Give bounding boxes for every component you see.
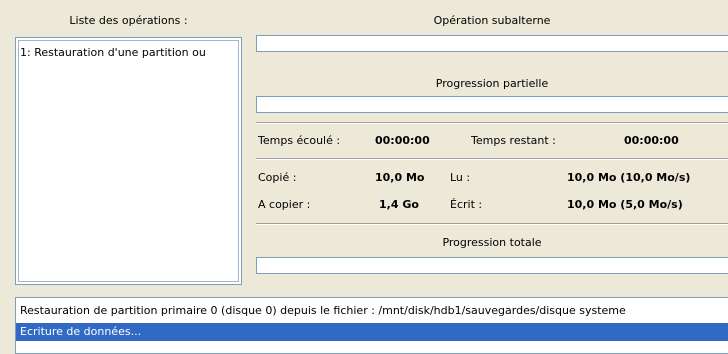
log-line-selected[interactable]: Ecriture de données... bbox=[16, 323, 728, 341]
total-progress-bar bbox=[256, 257, 728, 274]
sub-operation-heading: Opération subalterne bbox=[433, 14, 551, 27]
sub-operation-field bbox=[256, 35, 728, 52]
remaining-time-label: Temps restant : bbox=[471, 134, 556, 147]
partial-progress-heading: Progression partielle bbox=[435, 77, 549, 90]
elapsed-time-value: 00:00:00 bbox=[375, 134, 430, 147]
copied-value: 10,0 Mo bbox=[375, 171, 425, 184]
log-line-text: Ecriture de données... bbox=[20, 325, 142, 338]
remaining-time-value: 00:00:00 bbox=[624, 134, 679, 147]
operations-list-heading: Liste des opérations : bbox=[69, 14, 188, 27]
to-copy-value: 1,4 Go bbox=[379, 198, 419, 211]
separator bbox=[256, 122, 728, 124]
written-value: 10,0 Mo (5,0 Mo/s) bbox=[567, 198, 683, 211]
operations-list-frame bbox=[18, 40, 239, 282]
partial-progress-bar bbox=[256, 96, 728, 113]
read-value: 10,0 Mo (10,0 Mo/s) bbox=[567, 171, 691, 184]
operation-list-item[interactable]: 1: Restauration d'une partition ou bbox=[20, 46, 237, 59]
operations-list[interactable]: 1: Restauration d'une partition ou bbox=[15, 37, 242, 285]
to-copy-label: A copier : bbox=[258, 198, 311, 211]
written-label: Écrit : bbox=[450, 198, 483, 211]
separator bbox=[256, 223, 728, 225]
separator bbox=[256, 158, 728, 160]
log-panel[interactable]: Restauration de partition primaire 0 (di… bbox=[15, 297, 728, 354]
copied-label: Copié : bbox=[258, 171, 297, 184]
read-label: Lu : bbox=[450, 171, 471, 184]
elapsed-time-label: Temps écoulé : bbox=[258, 134, 341, 147]
log-line[interactable]: Restauration de partition primaire 0 (di… bbox=[20, 304, 626, 317]
total-progress-heading: Progression totale bbox=[442, 236, 542, 249]
